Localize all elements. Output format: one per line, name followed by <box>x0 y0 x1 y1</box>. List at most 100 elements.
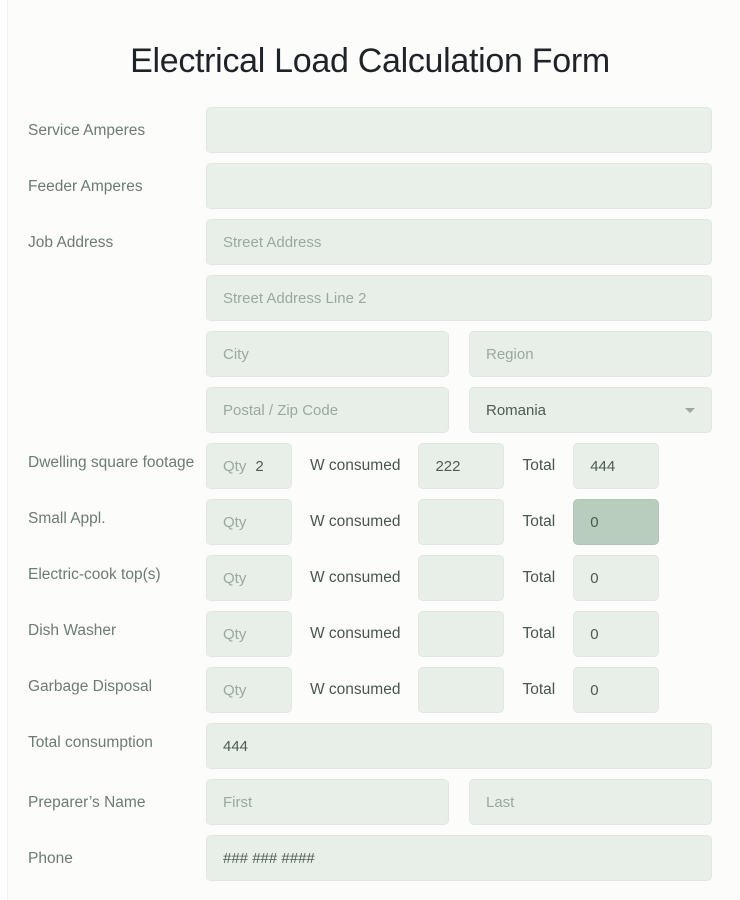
label-feeder-amperes: Feeder Amperes <box>28 178 143 195</box>
feeder-amperes-input[interactable] <box>206 163 712 209</box>
street-address-line2-placeholder: Street Address Line 2 <box>223 289 367 307</box>
total-consumption-value: 444 <box>223 737 249 755</box>
garbage-disposal-w-input[interactable] <box>418 667 505 713</box>
fields-job-address: Street Address Street Address Line 2 Cit… <box>206 219 712 433</box>
street-address-line2-input[interactable]: Street Address Line 2 <box>206 275 712 321</box>
preparer-first-name-input[interactable]: First <box>206 779 449 825</box>
country-select[interactable]: Romania <box>469 387 712 433</box>
city-placeholder: City <box>223 345 249 363</box>
dwelling-w-value: 222 <box>435 457 461 475</box>
postal-country-pair: Postal / Zip Code Romania <box>206 387 712 433</box>
dish-washer-total-label: Total <box>522 625 556 642</box>
electric-cook-tops-w-input[interactable] <box>418 555 505 601</box>
preparer-last-name-placeholder: Last <box>486 793 515 811</box>
form-body: Service Amperes Feeder Amperes Job Addre… <box>0 107 740 881</box>
preparer-name-pair: First Last <box>206 779 712 825</box>
dish-washer-w-input[interactable] <box>418 611 505 657</box>
electric-cook-tops-qty-placeholder: Qty <box>223 569 247 587</box>
label-job-address: Job Address <box>28 234 114 251</box>
garbage-disposal-w-consumed-label: W consumed <box>310 681 401 698</box>
label-dwelling-square-footage: Dwelling square footage <box>28 454 195 471</box>
small-appl-qty-placeholder: Qty <box>223 513 247 531</box>
small-appl-qty-input[interactable]: Qty <box>206 499 292 545</box>
small-appl-w-consumed-label: W consumed <box>310 513 401 530</box>
row-dwelling-square-footage: Dwelling square footage Qty 2 W consumed… <box>28 443 712 489</box>
label-garbage-disposal: Garbage Disposal <box>28 678 153 695</box>
small-appl-w-input[interactable] <box>418 499 505 545</box>
fields-preparer-name: First Last <box>206 779 712 825</box>
total-consumption-input[interactable]: 444 <box>206 723 712 769</box>
field-spacer <box>206 321 712 331</box>
dish-washer-qty-input[interactable]: Qty <box>206 611 292 657</box>
row-small-appl: Small Appl. Qty W consumed Total 0 <box>28 499 712 545</box>
label-phone: Phone <box>28 850 73 867</box>
country-selected-value: Romania <box>486 401 547 419</box>
electric-cook-tops-total-input[interactable]: 0 <box>573 555 660 601</box>
city-region-pair: City Region <box>206 331 712 377</box>
page-edge-strip <box>0 0 8 900</box>
row-dish-washer: Dish Washer Qty W consumed Total 0 <box>28 611 712 657</box>
fields-service-amperes <box>206 107 712 153</box>
garbage-disposal-qty-placeholder: Qty <box>223 681 247 699</box>
row-job-address: Job Address Street Address Street Addres… <box>28 219 712 433</box>
electric-cook-tops-total-label: Total <box>522 569 556 586</box>
dwelling-total-input[interactable]: 444 <box>573 443 660 489</box>
postal-code-input[interactable]: Postal / Zip Code <box>206 387 449 433</box>
preparer-last-name-input[interactable]: Last <box>469 779 712 825</box>
row-service-amperes: Service Amperes <box>28 107 712 153</box>
small-appl-total-input[interactable]: 0 <box>573 499 660 545</box>
phone-value: ### ### #### <box>223 849 315 867</box>
garbage-disposal-total-label: Total <box>522 681 556 698</box>
label-electric-cook-tops: Electric-cook top(s) <box>28 566 161 583</box>
dwelling-qty-input[interactable]: Qty 2 <box>206 443 292 489</box>
label-dish-washer: Dish Washer <box>28 622 117 639</box>
fields-garbage-disposal: Qty W consumed Total 0 <box>206 667 712 713</box>
fields-total-consumption: 444 <box>206 723 712 769</box>
dwelling-total-value: 444 <box>590 457 616 475</box>
row-phone: Phone ### ### #### <box>28 835 712 881</box>
dwelling-qty-value: 2 <box>255 457 264 475</box>
row-total-consumption: Total consumption 444 <box>28 723 712 769</box>
dish-washer-total-input[interactable]: 0 <box>573 611 660 657</box>
fields-feeder-amperes <box>206 163 712 209</box>
electric-cook-tops-total-value: 0 <box>590 569 599 587</box>
label-service-amperes: Service Amperes <box>28 122 146 139</box>
service-amperes-input[interactable] <box>206 107 712 153</box>
phone-input[interactable]: ### ### #### <box>206 835 712 881</box>
row-garbage-disposal: Garbage Disposal Qty W consumed Total 0 <box>28 667 712 713</box>
label-small-appl: Small Appl. <box>28 510 106 527</box>
row-electric-cook-tops: Electric-cook top(s) Qty W consumed Tota… <box>28 555 712 601</box>
row-feeder-amperes: Feeder Amperes <box>28 163 712 209</box>
field-spacer <box>206 377 712 387</box>
street-address-placeholder: Street Address <box>223 233 322 251</box>
fields-electric-cook-tops: Qty W consumed Total 0 <box>206 555 712 601</box>
dwelling-w-input[interactable]: 222 <box>418 443 505 489</box>
preparer-first-name-placeholder: First <box>223 793 253 811</box>
dish-washer-w-consumed-label: W consumed <box>310 625 401 642</box>
postal-code-placeholder: Postal / Zip Code <box>223 401 339 419</box>
dwelling-w-consumed-label: W consumed <box>310 457 401 474</box>
street-address-input[interactable]: Street Address <box>206 219 712 265</box>
garbage-disposal-qty-input[interactable]: Qty <box>206 667 292 713</box>
garbage-disposal-total-value: 0 <box>590 681 599 699</box>
region-placeholder: Region <box>486 345 534 363</box>
fields-small-appl: Qty W consumed Total 0 <box>206 499 712 545</box>
field-spacer <box>206 265 712 275</box>
row-preparer-name: Preparer’s Name First Last <box>28 779 712 825</box>
label-total-consumption: Total consumption <box>28 734 153 751</box>
chevron-down-icon <box>685 407 695 413</box>
electric-cook-tops-qty-input[interactable]: Qty <box>206 555 292 601</box>
electric-cook-tops-w-consumed-label: W consumed <box>310 569 401 586</box>
page-title: Electrical Load Calculation Form <box>130 42 610 80</box>
fields-dish-washer: Qty W consumed Total 0 <box>206 611 712 657</box>
dwelling-qty-placeholder: Qty <box>223 457 247 475</box>
dwelling-total-label: Total <box>522 457 556 474</box>
small-appl-total-label: Total <box>522 513 556 530</box>
city-input[interactable]: City <box>206 331 449 377</box>
garbage-disposal-total-input[interactable]: 0 <box>573 667 660 713</box>
form-page: Electrical Load Calculation Form Service… <box>0 0 740 900</box>
dish-washer-total-value: 0 <box>590 625 599 643</box>
fields-phone: ### ### #### <box>206 835 712 881</box>
region-input[interactable]: Region <box>469 331 712 377</box>
dish-washer-qty-placeholder: Qty <box>223 625 247 643</box>
